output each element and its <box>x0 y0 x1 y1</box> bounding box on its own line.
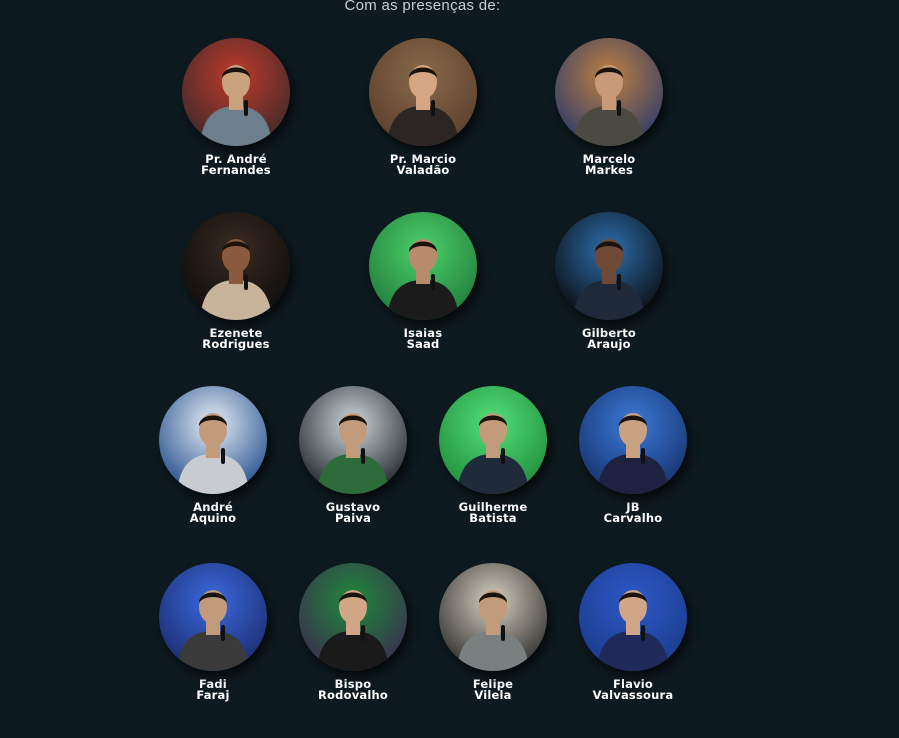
speaker-name-line-2: Araujo <box>587 337 631 351</box>
speaker-card: Guilherme Batista <box>423 386 563 524</box>
speaker-portrait-icon <box>555 38 663 146</box>
speaker-name: Gustavo Paiva <box>283 501 423 525</box>
speaker-card: Fadi Faraj <box>143 563 283 701</box>
speaker-photo <box>439 386 547 494</box>
speaker-name: Flavio Valvassoura <box>563 678 703 702</box>
speaker-portrait-icon <box>439 386 547 494</box>
speaker-photo <box>299 563 407 671</box>
speaker-photo <box>579 386 687 494</box>
speaker-portrait-icon <box>159 386 267 494</box>
speaker-portrait-icon <box>579 386 687 494</box>
speaker-name-line-2: Valadão <box>396 163 450 177</box>
speaker-card: Marcelo Markes <box>539 38 679 176</box>
speaker-name: Fadi Faraj <box>143 678 283 702</box>
speaker-name-line-2: Paiva <box>334 511 372 525</box>
speaker-photo <box>555 212 663 320</box>
speaker-name: André Aquino <box>143 501 283 525</box>
speaker-name-line-2: Markes <box>584 163 634 177</box>
speaker-name: Marcelo Markes <box>539 153 679 177</box>
speaker-portrait-icon <box>159 563 267 671</box>
speaker-name-line-2: Faraj <box>196 688 230 702</box>
speaker-name: Felipe Vilela <box>423 678 563 702</box>
speaker-card: Gustavo Paiva <box>283 386 423 524</box>
speaker-name: Ezenete Rodrigues <box>166 327 306 351</box>
speaker-portrait-icon <box>369 38 477 146</box>
speaker-portrait-icon <box>299 386 407 494</box>
speaker-card: André Aquino <box>143 386 283 524</box>
speaker-portrait-icon <box>182 212 290 320</box>
speaker-name-line-2: Valvassoura <box>592 688 674 702</box>
intro-text: Com as presenças de: <box>344 0 501 14</box>
speaker-name-line-2: Saad <box>406 337 440 351</box>
speaker-name: Guilherme Batista <box>423 501 563 525</box>
speaker-portrait-icon <box>439 563 547 671</box>
speaker-portrait-icon <box>299 563 407 671</box>
speaker-name: Pr. André Fernandes <box>166 153 306 177</box>
speaker-name-line-2: Fernandes <box>201 163 271 177</box>
speaker-card: Felipe Vilela <box>423 563 563 701</box>
speaker-portrait-icon <box>182 38 290 146</box>
speaker-card: JB Carvalho <box>563 386 703 524</box>
speaker-portrait-icon <box>555 212 663 320</box>
speaker-photo <box>579 563 687 671</box>
speaker-name-line-2: Batista <box>469 511 517 525</box>
speaker-name-line-2: Carvalho <box>603 511 663 525</box>
speaker-photo <box>159 563 267 671</box>
speaker-card: Bispo Rodovalho <box>283 563 423 701</box>
speaker-card: Pr. Marcio Valadão <box>353 38 493 176</box>
speaker-photo <box>299 386 407 494</box>
speaker-photo <box>159 386 267 494</box>
speaker-photo <box>555 38 663 146</box>
speaker-card: Ezenete Rodrigues <box>166 212 306 350</box>
speaker-photo <box>439 563 547 671</box>
speaker-name: Gilberto Araujo <box>539 327 679 351</box>
speaker-photo <box>369 212 477 320</box>
speaker-name: Bispo Rodovalho <box>283 678 423 702</box>
speaker-photo <box>369 38 477 146</box>
speaker-name-line-2: Rodovalho <box>318 688 388 702</box>
speaker-name: Isaias Saad <box>353 327 493 351</box>
speaker-name: Pr. Marcio Valadão <box>353 153 493 177</box>
speaker-name-line-2: Rodrigues <box>202 337 270 351</box>
speaker-name-line-2: Vilela <box>474 688 512 702</box>
speaker-card: Pr. André Fernandes <box>166 38 306 176</box>
speaker-card: Gilberto Araujo <box>539 212 679 350</box>
speaker-photo <box>182 38 290 146</box>
speaker-name-line-2: Aquino <box>189 511 237 525</box>
speaker-photo <box>182 212 290 320</box>
speaker-card: Isaias Saad <box>353 212 493 350</box>
speaker-card: Flavio Valvassoura <box>563 563 703 701</box>
speaker-portrait-icon <box>369 212 477 320</box>
speaker-portrait-icon <box>579 563 687 671</box>
speaker-name: JB Carvalho <box>563 501 703 525</box>
